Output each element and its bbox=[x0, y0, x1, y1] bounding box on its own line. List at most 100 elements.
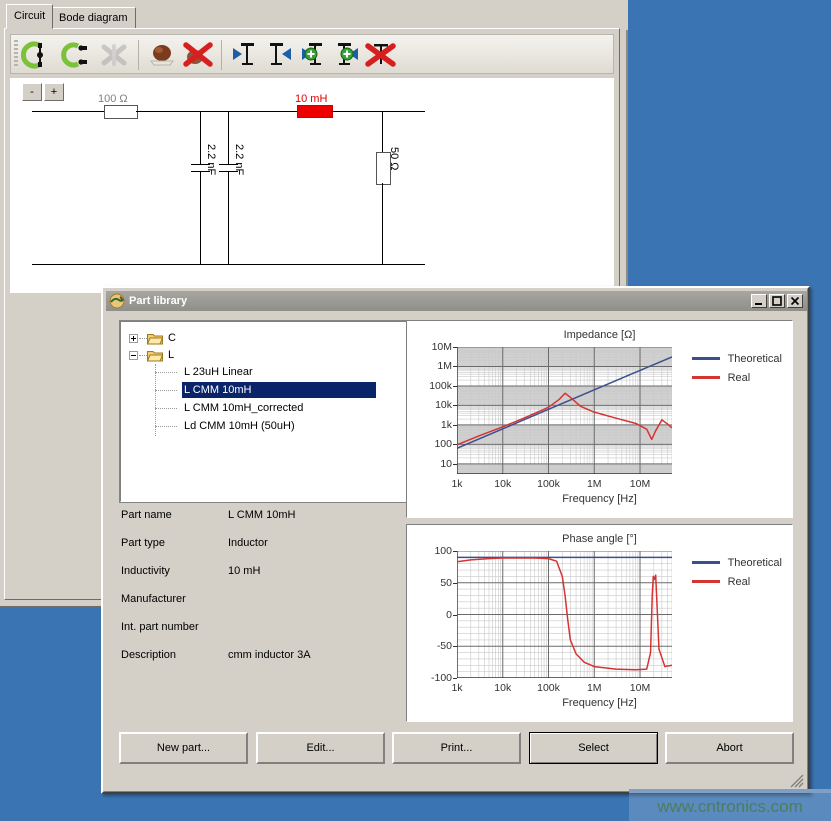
detail-value: L CMM 10mH bbox=[228, 509, 295, 521]
expand-c-icon[interactable] bbox=[129, 334, 138, 343]
resistor-100ohm-label: 100 Ω bbox=[98, 93, 128, 105]
part-details: Part name L CMM 10mH Part type Inductor … bbox=[121, 509, 421, 684]
x-tick-label: 1M bbox=[587, 478, 602, 490]
tree-node-c-label: C bbox=[168, 330, 176, 347]
wire-bottom-rail bbox=[32, 264, 425, 265]
add-branch-left-icon[interactable] bbox=[296, 38, 330, 72]
detail-row-inductivity: Inductivity 10 mH bbox=[121, 565, 421, 593]
detail-key: Part name bbox=[121, 509, 172, 521]
y-tick-label: 10M bbox=[407, 341, 452, 353]
wire-branch1-lower bbox=[200, 171, 201, 264]
zoom-in-button[interactable]: + bbox=[44, 83, 64, 101]
abort-button[interactable]: Abort bbox=[665, 732, 794, 764]
tree-dotline bbox=[139, 338, 147, 339]
select-button[interactable]: Select bbox=[529, 732, 658, 764]
legend-entry-real: Real bbox=[692, 572, 782, 591]
part-library-inner-frame: Part library C bbox=[103, 288, 808, 792]
detail-row-part-type: Part type Inductor bbox=[121, 537, 421, 565]
tree-node-l[interactable]: L bbox=[121, 347, 407, 364]
delete-part-icon[interactable] bbox=[181, 38, 215, 72]
y-tick-mark bbox=[453, 386, 457, 387]
part-library-title-bar[interactable]: Part library bbox=[106, 291, 807, 311]
y-tick-mark bbox=[453, 551, 457, 552]
legend-label-theoretical: Theoretical bbox=[728, 557, 782, 569]
resize-grip[interactable] bbox=[790, 774, 804, 788]
insert-left-icon[interactable] bbox=[228, 38, 262, 72]
close-icon[interactable] bbox=[787, 294, 803, 308]
delete-connection-icon bbox=[97, 38, 131, 72]
insert-right-icon[interactable] bbox=[262, 38, 296, 72]
circuit-canvas[interactable]: - + 100 Ω 10 mH 2.2 nF 2.2 nF bbox=[10, 78, 614, 293]
detail-key: Int. part number bbox=[121, 621, 199, 633]
folder-icon bbox=[147, 349, 163, 362]
part-library-icon bbox=[109, 293, 125, 309]
minimize-icon[interactable] bbox=[751, 294, 767, 308]
wire-branch2-lower bbox=[228, 171, 229, 264]
maximize-icon[interactable] bbox=[769, 294, 785, 308]
zoom-out-button[interactable]: - bbox=[22, 83, 42, 101]
phase-chart-title: Phase angle [°] bbox=[407, 533, 792, 545]
list-item-l-23uh-linear[interactable]: L 23uH Linear bbox=[182, 364, 255, 380]
y-tick-mark bbox=[453, 425, 457, 426]
inductor-10mh-symbol[interactable] bbox=[297, 105, 333, 118]
folder-icon bbox=[147, 332, 163, 345]
y-tick-mark bbox=[453, 464, 457, 465]
part-tree-panel[interactable]: C L L 23uH Linear L CMM 10mH L CMM 10mH_… bbox=[120, 321, 408, 502]
delete-branch-icon[interactable] bbox=[364, 38, 398, 72]
wire-top-mid bbox=[136, 111, 297, 112]
new-part-button[interactable]: New part... bbox=[119, 732, 248, 764]
list-item-ld-cmm-10mh-50uh[interactable]: Ld CMM 10mH (50uH) bbox=[182, 418, 297, 434]
detail-key: Inductivity bbox=[121, 565, 170, 577]
collapse-l-icon[interactable] bbox=[129, 351, 138, 360]
phase-x-axis-label: Frequency [Hz] bbox=[407, 697, 792, 709]
impedance-chart-legend: Theoretical Real bbox=[692, 349, 782, 387]
y-tick-label: -100 bbox=[407, 672, 452, 684]
legend-entry-theoretical: Theoretical bbox=[692, 349, 782, 368]
tab-circuit[interactable]: Circuit bbox=[6, 4, 53, 29]
detail-value: 10 mH bbox=[228, 565, 260, 577]
wire-top-right bbox=[331, 111, 425, 112]
y-tick-mark bbox=[453, 646, 457, 647]
tree-dotline bbox=[155, 372, 177, 373]
add-part-icon[interactable] bbox=[145, 38, 179, 72]
detail-key: Description bbox=[121, 649, 176, 661]
y-tick-mark bbox=[453, 444, 457, 445]
y-tick-label: 10 bbox=[407, 458, 452, 470]
capacitor2-label: 2.2 nF bbox=[233, 144, 245, 175]
y-tick-mark bbox=[453, 405, 457, 406]
list-item-l-cmm-10mh-corrected[interactable]: L CMM 10mH_corrected bbox=[182, 400, 305, 416]
x-tick-label: 1k bbox=[451, 682, 462, 694]
y-tick-label: 50 bbox=[407, 577, 452, 589]
inductor-10mh-label: 10 mH bbox=[295, 93, 327, 105]
tab-bode-diagram[interactable]: Bode diagram bbox=[51, 7, 136, 28]
wire-branch3-lower bbox=[382, 183, 383, 264]
add-branch-right-icon[interactable] bbox=[330, 38, 364, 72]
connect-nodes-icon[interactable] bbox=[21, 38, 55, 72]
list-item-l-cmm-10mh[interactable]: L CMM 10mH bbox=[182, 382, 376, 398]
y-tick-mark bbox=[453, 615, 457, 616]
y-tick-mark bbox=[453, 366, 457, 367]
tree-node-c[interactable]: C bbox=[121, 330, 407, 347]
toolbar-grip[interactable] bbox=[14, 40, 18, 68]
wire-branch3-upper bbox=[382, 111, 383, 152]
y-tick-label: 1k bbox=[407, 419, 452, 431]
x-tick-label: 10M bbox=[630, 478, 650, 490]
x-tick-label: 1k bbox=[451, 478, 462, 490]
detail-row-part-name: Part name L CMM 10mH bbox=[121, 509, 421, 537]
legend-label-real: Real bbox=[728, 576, 751, 588]
resistor-100ohm-symbol[interactable] bbox=[104, 105, 138, 119]
x-tick-label: 10k bbox=[494, 478, 511, 490]
split-node-icon[interactable] bbox=[59, 38, 93, 72]
circuit-toolbar bbox=[10, 34, 614, 74]
x-tick-label: 100k bbox=[537, 478, 560, 490]
x-tick-label: 1M bbox=[587, 682, 602, 694]
legend-swatch-real bbox=[692, 376, 720, 379]
tree-dotline bbox=[155, 426, 177, 427]
edit-button[interactable]: Edit... bbox=[256, 732, 385, 764]
toolbar-separator-2 bbox=[221, 40, 222, 70]
part-library-dialog: Part library C bbox=[101, 286, 810, 794]
print-button[interactable]: Print... bbox=[392, 732, 521, 764]
y-tick-mark bbox=[453, 583, 457, 584]
phase-chart-legend: Theoretical Real bbox=[692, 553, 782, 591]
y-tick-label: -50 bbox=[407, 640, 452, 652]
